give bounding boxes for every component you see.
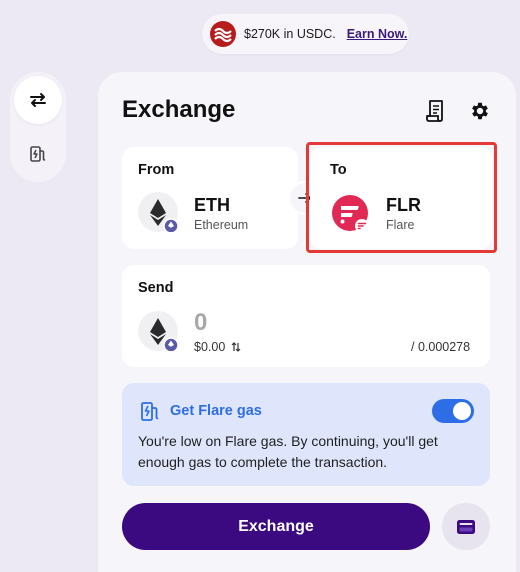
toggle-currency-icon[interactable]: [231, 341, 241, 353]
exchange-button[interactable]: Exchange: [122, 503, 430, 550]
get-gas-toggle[interactable]: [432, 399, 474, 423]
side-rail: [10, 72, 66, 182]
flare-icon: [332, 195, 369, 233]
from-label: From: [138, 162, 175, 178]
gas-pump-icon: [30, 146, 46, 162]
page-title: Exchange: [122, 96, 236, 123]
rail-gas-button[interactable]: [14, 130, 62, 178]
to-label: To: [330, 162, 347, 178]
promo-banner: $270K in USDC. Earn Now.: [202, 14, 409, 54]
ethereum-icon: [138, 192, 178, 232]
wallet-button[interactable]: [442, 503, 490, 550]
receipt-icon: [426, 100, 443, 122]
send-amount-input[interactable]: 0: [194, 309, 207, 337]
from-token-symbol: ETH: [194, 195, 230, 215]
to-token-name: Flare: [386, 218, 415, 232]
earn-now-link[interactable]: Earn Now.: [347, 27, 408, 41]
promo-text: $270K in USDC.: [244, 27, 336, 41]
settings-button[interactable]: [467, 98, 493, 124]
history-button[interactable]: [423, 98, 449, 124]
send-ethereum-icon: [138, 311, 178, 351]
fiat-amount: $0.00: [194, 340, 226, 354]
from-token-name: Ethereum: [194, 218, 249, 232]
swap-arrows-icon: [30, 93, 46, 107]
gear-icon: [472, 102, 488, 120]
rail-swap-button[interactable]: [14, 76, 62, 124]
gas-pump-blue-icon: [141, 402, 159, 421]
toggle-knob: [453, 402, 471, 420]
to-token-symbol: FLR: [386, 195, 421, 215]
gas-description: You're low on Flare gas. By continuing, …: [138, 433, 438, 470]
fiat-value: $0.00: [194, 340, 241, 354]
promo-logo-icon: [210, 21, 236, 47]
balance-text: / 0.000278: [411, 340, 471, 354]
gas-title: Get Flare gas: [170, 403, 262, 419]
wallet-icon: [457, 519, 475, 534]
send-label: Send: [138, 280, 174, 296]
